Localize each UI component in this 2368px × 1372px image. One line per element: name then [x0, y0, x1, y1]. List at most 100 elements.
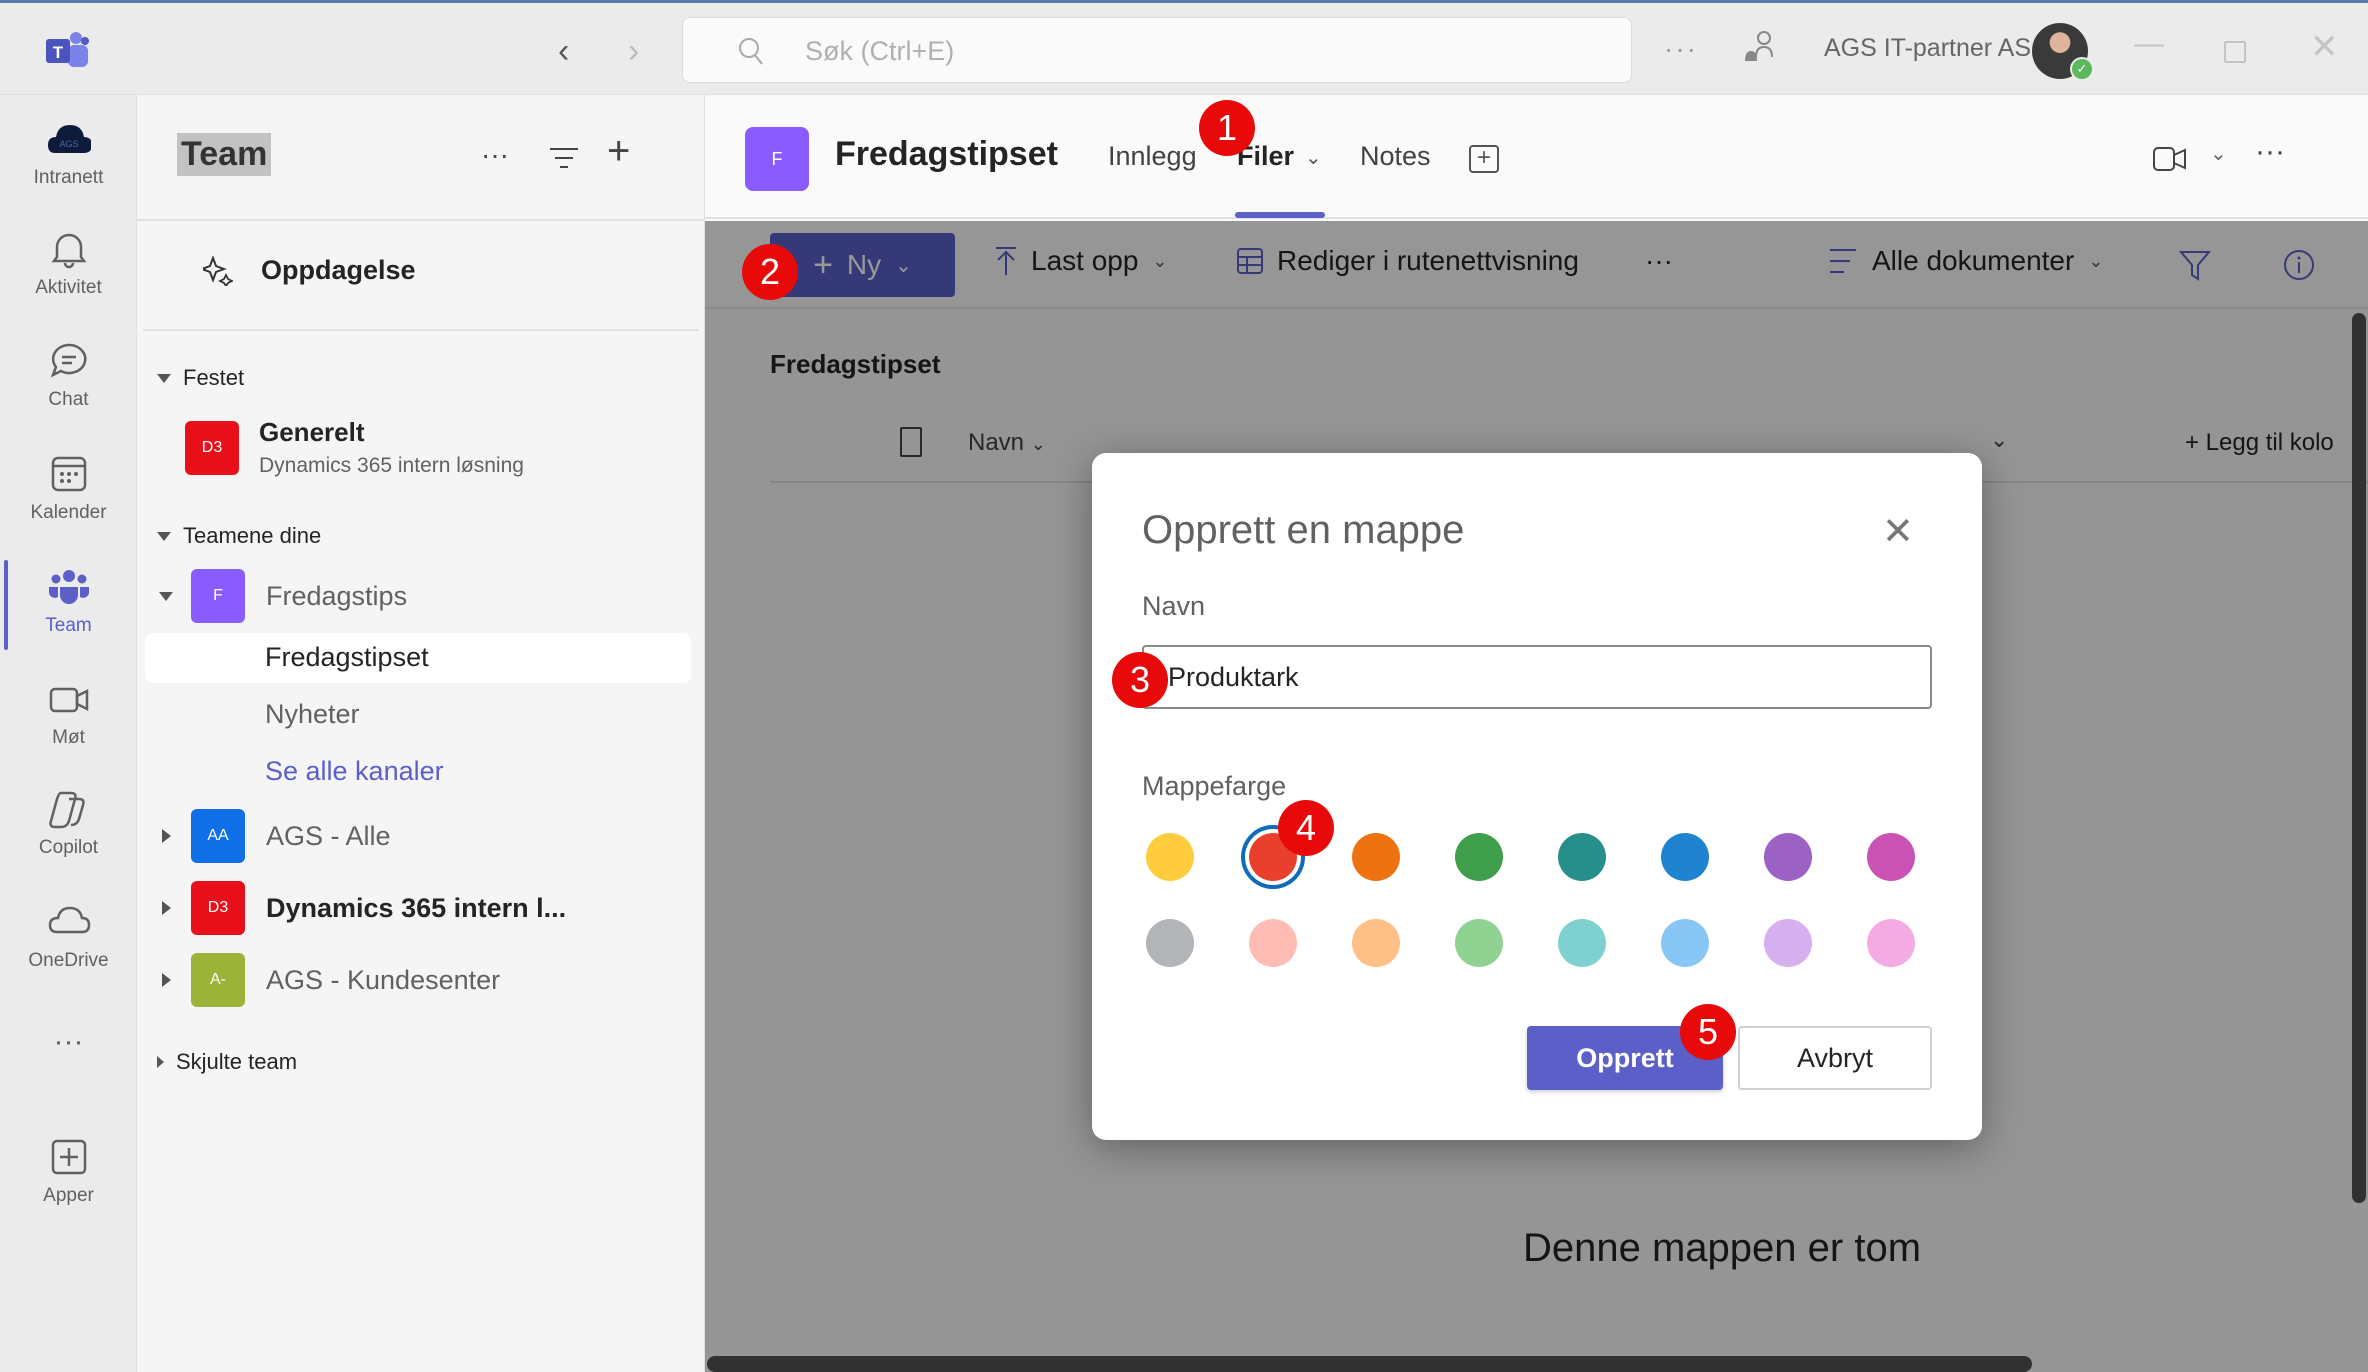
team-name: Dynamics 365 intern l...	[266, 892, 567, 923]
rail-item-onedrive[interactable]: OneDrive	[0, 900, 137, 972]
color-swatch[interactable]	[1146, 833, 1194, 881]
add-team-button[interactable]: +	[607, 129, 630, 174]
teams-logo-icon: T	[46, 32, 89, 67]
calendar-icon	[51, 456, 86, 492]
dialog-title: Opprett en mappe	[1142, 508, 1465, 552]
color-swatch[interactable]	[1455, 919, 1503, 967]
search-placeholder: Søk (Ctrl+E)	[805, 36, 955, 66]
team-avatar: F	[191, 569, 245, 623]
more-options-icon[interactable]: ···	[481, 139, 509, 171]
search-icon	[739, 38, 763, 65]
video-call-icon[interactable]	[2153, 147, 2187, 171]
team-item-fredagstips[interactable]: F Fredagstips	[159, 569, 407, 623]
color-swatch-grid	[1146, 833, 1915, 967]
status-available-icon: ✓	[2070, 57, 2094, 81]
section-label: Skjulte team	[176, 1049, 298, 1074]
copilot-icon	[48, 791, 85, 829]
ags-cloud-icon: AGS	[47, 125, 91, 153]
team-name: Fredagstips	[266, 580, 408, 611]
filter-icon[interactable]	[549, 147, 579, 169]
rail-item-mot[interactable]: Møt	[0, 677, 137, 749]
step-badge-4: 4	[1278, 800, 1334, 856]
teams-icon	[48, 570, 89, 604]
expand-icon	[162, 973, 171, 987]
add-tab-button[interactable]: +	[1469, 145, 1499, 173]
rail-item-copilot[interactable]: Copilot	[0, 787, 137, 859]
close-window-button[interactable]: ✕	[2310, 27, 2339, 67]
team-avatar: AA	[191, 809, 245, 863]
color-swatch[interactable]	[1661, 919, 1709, 967]
discover-label: Oppdagelse	[261, 255, 416, 285]
team-item-ags-kundesenter[interactable]: A- AGS - Kundesenter	[159, 953, 500, 1007]
maximize-button[interactable]	[2224, 41, 2246, 63]
team-item-dynamics-365[interactable]: D3 Dynamics 365 intern l...	[159, 881, 566, 935]
rail-item-aktivitet[interactable]: Aktivitet	[0, 227, 137, 299]
section-label: Festet	[183, 365, 245, 390]
rail-item-intranett[interactable]: AGS Intranett	[0, 117, 137, 189]
more-icon: ···	[53, 1025, 84, 1058]
step-badge-2: 2	[742, 244, 798, 300]
rail-label: Chat	[48, 389, 89, 410]
discover-item[interactable]: Oppdagelse	[203, 255, 416, 286]
app-rail: AGS Intranett Aktivitet Chat Kalender Te…	[0, 95, 137, 1372]
rail-label: Apper	[43, 1185, 94, 1206]
create-folder-dialog: Opprett en mappe ✕ Navn Mappefarge Oppre…	[1092, 453, 1982, 1140]
search-input[interactable]: Søk (Ctrl+E)	[682, 17, 1632, 83]
color-swatch[interactable]	[1455, 833, 1503, 881]
color-swatch[interactable]	[1867, 833, 1915, 881]
team-item-ags-alle[interactable]: AA AGS - Alle	[159, 809, 391, 863]
color-swatch[interactable]	[1764, 833, 1812, 881]
step-badge-3: 3	[1112, 652, 1168, 708]
team-avatar: D3	[191, 881, 245, 935]
tab-notes[interactable]: Notes	[1360, 141, 1431, 172]
hidden-teams-section-header[interactable]: Skjulte team	[157, 1049, 297, 1075]
rail-more-button[interactable]: ···	[0, 1025, 137, 1059]
rail-item-chat[interactable]: Chat	[0, 339, 137, 411]
rail-item-kalender[interactable]: Kalender	[0, 452, 137, 524]
color-swatch[interactable]	[1661, 833, 1709, 881]
folder-name-input[interactable]	[1142, 645, 1932, 709]
rail-item-team[interactable]: Team	[0, 565, 137, 637]
name-label: Navn	[1142, 591, 1206, 621]
team-avatar: A-	[191, 953, 245, 1007]
pinned-channel-item[interactable]: D3 Generelt Dynamics 365 intern løsning	[185, 417, 524, 478]
back-button[interactable]: ‹	[558, 31, 569, 71]
channel-more-button[interactable]: ···	[2255, 135, 2285, 169]
chevron-down-icon[interactable]: ⌄	[1305, 145, 1322, 170]
collapse-icon	[157, 373, 171, 383]
rail-item-apper[interactable]: Apper	[0, 1135, 137, 1207]
channel-avatar: F	[745, 127, 809, 191]
color-swatch[interactable]	[1352, 833, 1400, 881]
chat-icon	[50, 343, 86, 378]
color-swatch[interactable]	[1558, 833, 1606, 881]
channel-header: F Fredagstipset Innlegg Filer ⌄ Notes + …	[705, 95, 2368, 219]
see-all-channels-link[interactable]: Se alle kanaler	[265, 756, 444, 787]
color-swatch[interactable]	[1764, 919, 1812, 967]
org-name: AGS IT-partner AS	[1824, 34, 2032, 62]
rail-label: OneDrive	[28, 950, 109, 971]
more-options-button[interactable]: ···	[1664, 33, 1698, 65]
section-label: Teamene dine	[183, 523, 322, 548]
sparkle-icon	[203, 255, 233, 286]
color-swatch[interactable]	[1352, 919, 1400, 967]
team-panel: Team ··· + Oppdagelse Festet D3 Generelt…	[137, 95, 705, 1372]
color-swatch[interactable]	[1249, 919, 1297, 967]
cancel-button[interactable]: Avbryt	[1738, 1026, 1932, 1090]
channel-item-nyheter[interactable]: Nyheter	[265, 699, 360, 730]
intranet-logo-text: AGS	[59, 139, 78, 149]
tab-innlegg[interactable]: Innlegg	[1108, 141, 1197, 172]
team-name: AGS - Alle	[266, 820, 391, 851]
color-swatch[interactable]	[1867, 919, 1915, 967]
forward-button[interactable]: ›	[628, 31, 639, 71]
pinned-team-name: Dynamics 365 intern løsning	[259, 454, 524, 477]
contact-bell-icon[interactable]	[1742, 29, 1778, 69]
color-swatch[interactable]	[1558, 919, 1606, 967]
pinned-section-header[interactable]: Festet	[157, 365, 244, 391]
channel-item-fredagstipset[interactable]: Fredagstipset	[265, 642, 429, 673]
close-icon[interactable]: ✕	[1882, 513, 1914, 551]
chevron-down-icon[interactable]: ⌄	[2210, 141, 2227, 166]
your-teams-section-header[interactable]: Teamene dine	[157, 523, 321, 549]
minimize-button[interactable]: —	[2134, 27, 2164, 61]
color-swatch[interactable]	[1146, 919, 1194, 967]
divider	[143, 329, 699, 331]
